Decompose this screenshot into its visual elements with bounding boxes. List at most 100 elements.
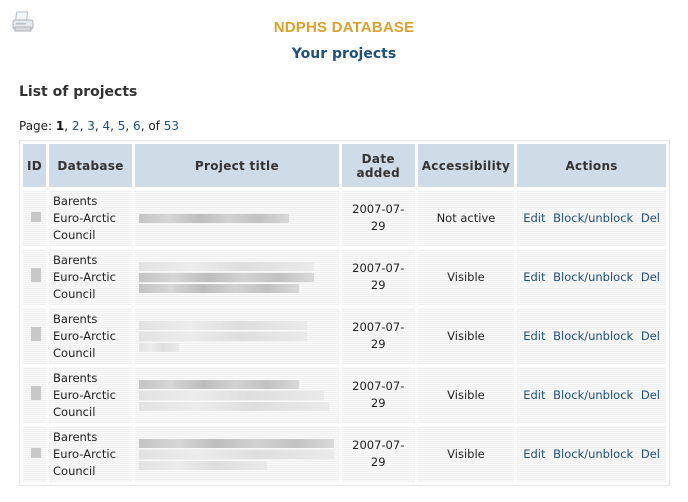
column-header-project-title: Project title [135,144,339,187]
column-header-accessibility: Accessibility [417,144,515,187]
redacted-id [31,211,41,222]
database-line: Barents [53,429,98,444]
edit-link[interactable]: Edit [523,388,545,402]
redacted-id [31,447,41,458]
delete-link[interactable]: Del [641,329,660,343]
redacted-text [139,390,325,400]
cell-accessibility: Visible [417,308,515,364]
pager-link-5[interactable]: 5 [118,119,126,133]
table-row: Barents Euro-Arctic Council 2007-07-29 V… [23,249,666,305]
site-title: NDPHS DATABASE [273,19,415,36]
cell-database: Barents Euro-Arctic Council [49,308,133,364]
table-row: Barents Euro-Arctic Council 2007-07-29 N… [23,190,666,246]
delete-link[interactable]: Del [641,388,660,402]
pager-link-last[interactable]: 53 [164,119,179,133]
cell-actions: Edit Block/unblock Del [517,426,666,482]
redacted-text [139,213,290,223]
table-header-row: ID Database Project title Date added Acc… [23,144,666,187]
pager-link-4[interactable]: 4 [102,119,110,133]
redacted-text [139,379,300,389]
cell-database: Barents Euro-Arctic Council [49,190,133,246]
database-line: Barents [53,311,98,326]
redacted-text [139,261,315,271]
table-row: Barents Euro-Arctic Council 2007-07-29 V… [23,367,666,423]
redacted-text [139,342,180,352]
column-header-database: Database [49,144,133,187]
database-line: Council [53,286,96,301]
pager-label: Page: [19,119,53,133]
column-header-date-added-label: Date added [356,151,400,180]
pagination: Page: 1, 2, 3, 4, 5, 6, of 53 [19,119,180,133]
cell-actions: Edit Block/unblock Del [517,249,666,305]
cell-database: Barents Euro-Arctic Council [49,367,133,423]
database-line: Euro-Arctic [53,446,116,461]
cell-id [23,308,47,364]
cell-id [23,426,47,482]
block-unblock-link[interactable]: Block/unblock [553,388,633,402]
block-unblock-link[interactable]: Block/unblock [553,270,633,284]
cell-actions: Edit Block/unblock Del [517,367,666,423]
database-line: Council [53,345,96,360]
database-line: Council [53,463,96,478]
cell-accessibility: Visible [417,249,515,305]
redacted-text [139,438,335,448]
redacted-text [139,449,335,459]
edit-link[interactable]: Edit [523,211,545,225]
cell-accessibility: Visible [417,426,515,482]
cell-database: Barents Euro-Arctic Council [49,426,133,482]
cell-date-added: 2007-07-29 [341,190,415,246]
block-unblock-link[interactable]: Block/unblock [553,211,633,225]
delete-link[interactable]: Del [641,270,660,284]
pager-of-label: of [148,119,160,133]
database-line: Council [53,404,96,419]
cell-accessibility: Not active [417,190,515,246]
database-line: Euro-Arctic [53,387,116,402]
database-line: Council [53,227,96,242]
redacted-id [31,326,41,341]
edit-link[interactable]: Edit [523,270,545,284]
pager-current-page: 1 [55,119,65,133]
delete-link[interactable]: Del [641,211,660,225]
database-line: Barents [53,193,98,208]
cell-date-added: 2007-07-29 [341,308,415,364]
cell-id [23,367,47,423]
pager-link-6[interactable]: 6 [133,119,141,133]
edit-link[interactable]: Edit [523,447,545,461]
pager-link-2[interactable]: 2 [72,119,80,133]
table-row: Barents Euro-Arctic Council 2007-07-29 V… [23,308,666,364]
cell-date-added: 2007-07-29 [341,367,415,423]
edit-link[interactable]: Edit [523,329,545,343]
redacted-text [139,283,300,293]
redacted-id [31,267,41,282]
column-header-actions: Actions [517,144,666,187]
cell-id [23,190,47,246]
table-row: Barents Euro-Arctic Council 2007-07-29 V… [23,426,666,482]
cell-actions: Edit Block/unblock Del [517,190,666,246]
cell-accessibility: Visible [417,367,515,423]
redacted-text [139,272,315,282]
redacted-text [139,401,330,411]
cell-actions: Edit Block/unblock Del [517,308,666,364]
cell-project-title-redacted [135,249,339,305]
pager-link-3[interactable]: 3 [87,119,95,133]
cell-project-title-redacted [135,190,339,246]
redacted-text [139,331,308,341]
cell-date-added: 2007-07-29 [341,249,415,305]
delete-link[interactable]: Del [641,447,660,461]
block-unblock-link[interactable]: Block/unblock [553,447,633,461]
column-header-date-added: Date added [341,144,415,187]
cell-id [23,249,47,305]
column-header-id: ID [23,144,47,187]
redacted-id [31,385,41,400]
page-title: Your projects [291,46,397,62]
cell-project-title-redacted [135,308,339,364]
projects-table: ID Database Project title Date added Acc… [19,140,670,486]
section-title: List of projects [19,84,138,100]
database-line: Euro-Arctic [53,210,116,225]
redacted-text [139,320,308,330]
database-line: Barents [53,252,98,267]
block-unblock-link[interactable]: Block/unblock [553,329,633,343]
cell-project-title-redacted [135,367,339,423]
cell-database: Barents Euro-Arctic Council [49,249,133,305]
redacted-text [139,460,268,470]
